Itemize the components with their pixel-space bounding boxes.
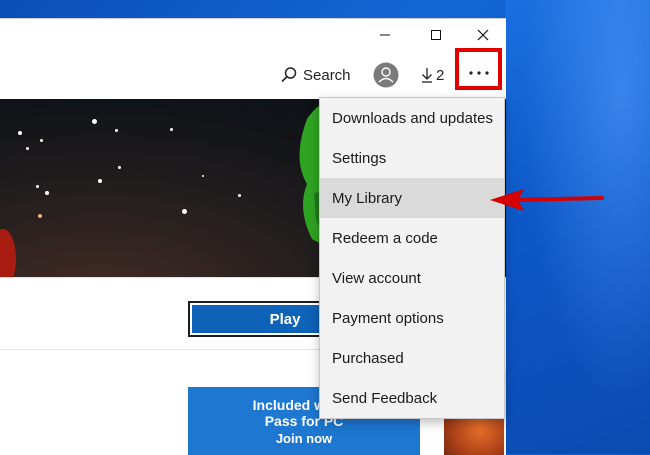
downloads-button[interactable]: 2 [421,61,444,89]
avatar-icon [373,62,399,88]
arrow-icon [490,189,604,211]
menu-item-view-account[interactable]: View account [320,258,504,298]
desktop-background [505,0,650,454]
download-icon [422,68,432,83]
star [45,191,49,195]
star [18,131,22,135]
menu-item-settings[interactable]: Settings [320,138,504,178]
planet-edge [0,229,16,277]
star [38,214,42,218]
star [118,166,121,169]
maximize-button[interactable] [413,19,459,51]
star [170,128,173,131]
menu-item-my-library[interactable]: My Library [320,178,504,218]
star [238,194,241,197]
menu-item-purchased[interactable]: Purchased [320,338,504,378]
star [182,209,187,214]
star [92,119,97,124]
minimize-button[interactable] [362,19,408,51]
maximize-icon [431,30,441,40]
star [40,139,43,142]
star [26,147,29,150]
minimize-icon [380,34,390,36]
close-button[interactable] [460,19,506,51]
star [115,129,118,132]
star [98,179,102,183]
menu-item-send-feedback[interactable]: Send Feedback [320,378,504,418]
star [202,175,204,177]
star [36,185,39,188]
search-label: Search [303,66,351,84]
downloads-count: 2 [436,66,445,84]
search-icon [281,67,297,83]
search-button[interactable]: Search [280,61,351,89]
close-icon [477,29,489,41]
more-menu: Downloads and updates Settings My Librar… [319,97,505,419]
menu-item-downloads[interactable]: Downloads and updates [320,98,504,138]
account-button[interactable] [373,61,399,89]
promo-join[interactable]: Join now [188,431,420,446]
highlight-box [455,48,502,90]
menu-item-payment-options[interactable]: Payment options [320,298,504,338]
menu-item-redeem[interactable]: Redeem a code [320,218,504,258]
